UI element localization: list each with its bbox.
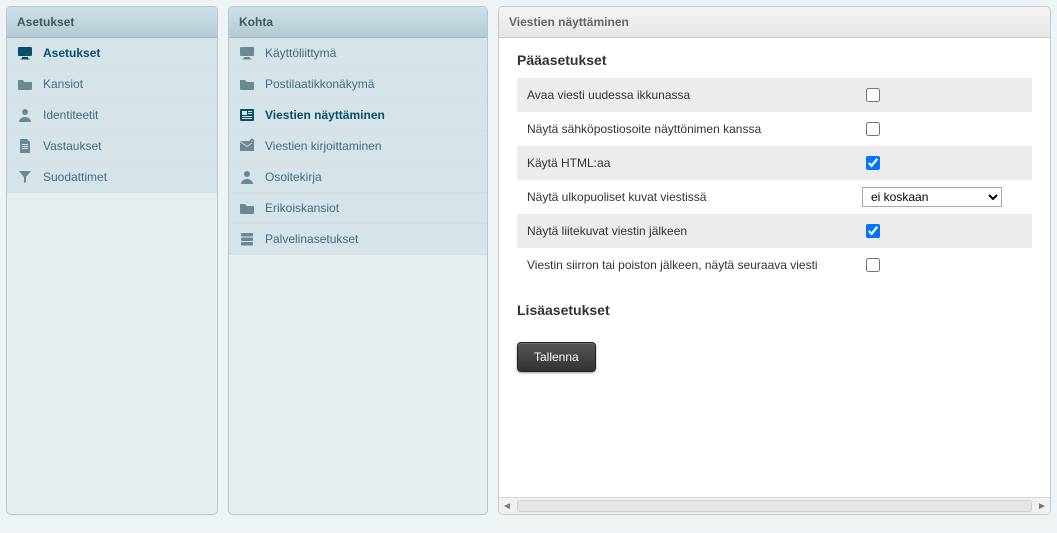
section-item[interactable]: Viestien näyttäminen (229, 100, 487, 131)
sidebar-item[interactable]: Asetukset (7, 38, 217, 69)
monitor-icon (239, 45, 255, 61)
server-icon (239, 231, 255, 247)
setting-checkbox[interactable] (866, 156, 880, 170)
monitor-icon (17, 45, 33, 61)
form-panel: Viestien näyttäminen Pääasetukset Avaa v… (498, 6, 1051, 515)
folder-icon (239, 200, 255, 216)
setting-row: Viestin siirron tai poiston jälkeen, näy… (517, 248, 1032, 282)
setting-row: Näytä liitekuvat viestin jälkeen (517, 214, 1032, 248)
setting-row: Näytä ulkopuoliset kuvat viestissä ei kos… (517, 180, 1032, 214)
scroll-left-arrow[interactable]: ◄ (499, 498, 515, 514)
section-item-label: Erikoiskansiot (265, 201, 339, 215)
sidebar-item-label: Asetukset (43, 46, 100, 60)
section-item[interactable]: Erikoiskansiot (229, 193, 487, 224)
setting-label: Viestin siirron tai poiston jälkeen, näy… (517, 248, 852, 282)
scroll-right-arrow[interactable]: ► (1034, 498, 1050, 514)
setting-row: Avaa viesti uudessa ikkunassa (517, 78, 1032, 112)
setting-select[interactable]: ei koskaan (862, 187, 1002, 207)
settings-table: Avaa viesti uudessa ikkunassaNäytä sähkö… (517, 78, 1032, 282)
sidebar-item[interactable]: Identiteetit (7, 100, 217, 131)
setting-control-cell (852, 146, 1032, 180)
extra-heading: Lisäasetukset (517, 302, 1032, 318)
section-item-label: Osoitekirja (265, 170, 322, 184)
horizontal-scrollbar[interactable]: ◄ ► (499, 497, 1050, 514)
compose-icon: + (239, 138, 255, 154)
sidebar-item-label: Kansiot (43, 77, 83, 91)
section-item-label: Käyttöliittymä (265, 46, 336, 60)
setting-label: Näytä liitekuvat viestin jälkeen (517, 214, 852, 248)
sidebar-item-label: Identiteetit (43, 108, 98, 122)
setting-label: Avaa viesti uudessa ikkunassa (517, 78, 852, 112)
section-item[interactable]: Käyttöliittymä (229, 38, 487, 69)
setting-label: Käytä HTML:aa (517, 146, 852, 180)
document-icon (17, 138, 33, 154)
setting-control-cell: ei koskaan (852, 180, 1032, 214)
section-item[interactable]: Osoitekirja (229, 162, 487, 193)
settings-sidebar: Asetukset Asetukset Kansiot Identiteetit Va… (6, 6, 218, 515)
folder-icon (239, 76, 255, 92)
setting-checkbox[interactable] (866, 258, 880, 272)
setting-label: Näytä ulkopuoliset kuvat viestissä (517, 180, 852, 214)
setting-control-cell (852, 248, 1032, 282)
sections-panel: Kohta Käyttöliittymä Postilaatikkonäkymä V… (228, 6, 488, 515)
setting-control-cell (852, 214, 1032, 248)
setting-control-cell (852, 112, 1032, 146)
sidebar-item-label: Suodattimet (43, 170, 107, 184)
setting-checkbox[interactable] (866, 88, 880, 102)
setting-row: Näytä sähköpostiosoite näyttönimen kanss… (517, 112, 1032, 146)
setting-checkbox[interactable] (866, 224, 880, 238)
sidebar-item[interactable]: Suodattimet (7, 162, 217, 193)
folder-icon (17, 76, 33, 92)
sidebar-item-label: Vastaukset (43, 139, 101, 153)
setting-row: Käytä HTML:aa (517, 146, 1032, 180)
splitter-handle[interactable] (498, 243, 499, 279)
form-title: Viestien näyttäminen (499, 7, 1050, 38)
person-icon (17, 107, 33, 123)
sidebar-title: Asetukset (7, 7, 217, 38)
sections-title: Kohta (229, 7, 487, 38)
sidebar-item[interactable]: Kansiot (7, 69, 217, 100)
news-icon (239, 107, 255, 123)
section-item[interactable]: Palvelinasetukset (229, 224, 487, 255)
scroll-track[interactable] (517, 500, 1032, 512)
section-item-label: Viestien näyttäminen (265, 108, 385, 122)
section-item-label: Viestien kirjoittaminen (265, 139, 382, 153)
sidebar-item[interactable]: Vastaukset (7, 131, 217, 162)
setting-label: Näytä sähköpostiosoite näyttönimen kanss… (517, 112, 852, 146)
setting-checkbox[interactable] (866, 122, 880, 136)
setting-control-cell (852, 78, 1032, 112)
save-button[interactable]: Tallenna (517, 342, 596, 372)
main-heading: Pääasetukset (517, 52, 1032, 68)
section-item-label: Postilaatikkonäkymä (265, 77, 374, 91)
person-icon (239, 169, 255, 185)
form-content: Pääasetukset Avaa viesti uudessa ikkunas… (499, 38, 1050, 514)
section-item[interactable]: Postilaatikkonäkymä (229, 69, 487, 100)
funnel-icon (17, 169, 33, 185)
section-item-label: Palvelinasetukset (265, 232, 358, 246)
section-item[interactable]: + Viestien kirjoittaminen (229, 131, 487, 162)
